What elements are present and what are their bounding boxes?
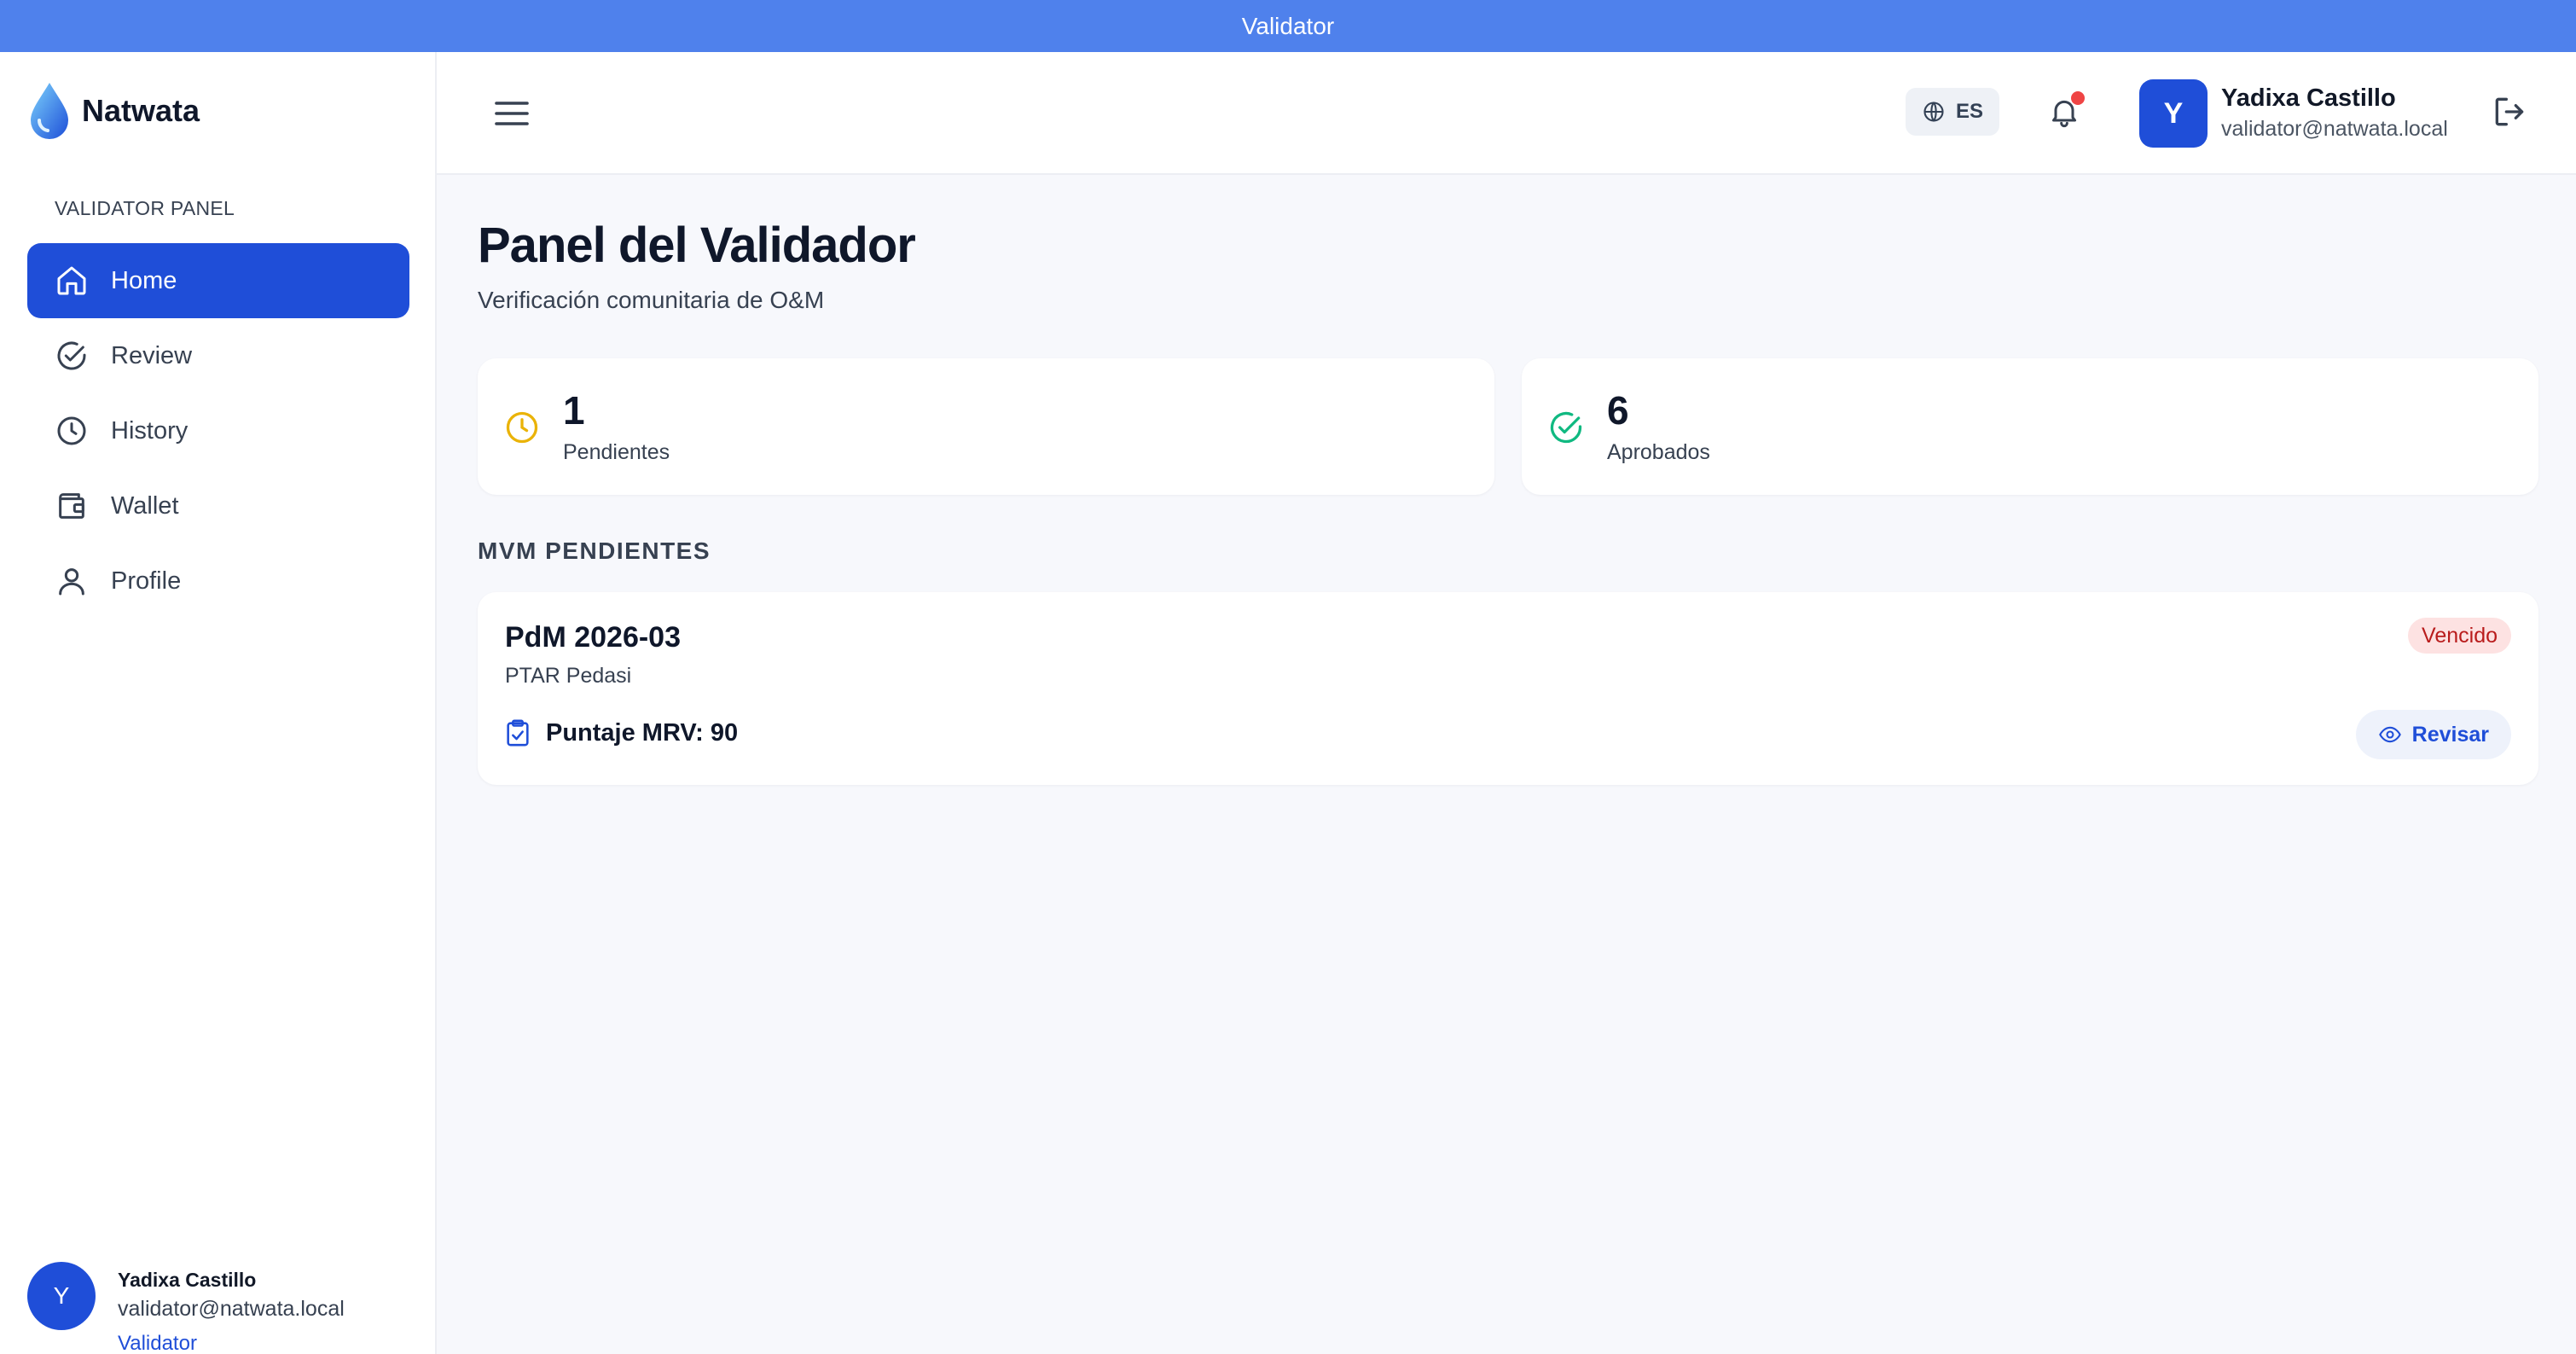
stat-card-approved: 6 Aprobados (1522, 358, 2538, 495)
water-drop-icon (31, 83, 68, 139)
sidebar: Natwata VALIDATOR PANEL Home Review Hist… (0, 52, 437, 1354)
review-button-label: Revisar (2411, 722, 2489, 747)
globe-icon (1923, 102, 1944, 122)
section-title: MVM PENDIENTES (478, 538, 711, 564)
page-subtitle: Verificación comunitaria de O&M (478, 287, 825, 313)
sidebar-nav: Home Review History Wallet Profile (27, 243, 409, 619)
sidebar-user-card: Y Yadixa Castillo validator@natwata.loca… (27, 1262, 345, 1354)
window-title: Validator (1241, 12, 1335, 39)
sidebar-item-profile[interactable]: Profile (27, 543, 409, 619)
mvm-card[interactable]: PdM 2026-03 PTAR Pedasi Vencido Puntaje … (478, 592, 2538, 785)
mvm-site: PTAR Pedasi (505, 664, 632, 688)
mvm-score-text: Puntaje MRV: 90 (546, 718, 739, 747)
stat-label: Pendientes (563, 440, 670, 464)
logout-icon[interactable] (2491, 93, 2528, 131)
avatar: Y (27, 1262, 96, 1330)
wallet-icon (59, 493, 84, 519)
header-user-email: validator@natwata.local (2221, 117, 2448, 141)
eye-icon (2378, 726, 2401, 743)
review-button[interactable]: Revisar (2355, 710, 2511, 759)
sidebar-item-label: Home (111, 266, 177, 294)
stat-value: 6 (1607, 388, 1629, 433)
mvm-title: PdM 2026-03 (505, 621, 681, 654)
header-avatar[interactable]: Y (2139, 79, 2208, 148)
notification-dot (2071, 91, 2085, 105)
sidebar-item-label: Review (111, 341, 193, 369)
sidebar-item-home[interactable]: Home (27, 243, 409, 318)
check-circle-icon (57, 341, 86, 370)
stat-value: 1 (563, 388, 585, 433)
mvm-score: Puntaje MRV: 90 (505, 718, 738, 747)
sidebar-user-email: validator@natwata.local (118, 1297, 345, 1321)
menu-icon[interactable] (491, 93, 532, 134)
language-button[interactable]: ES (1906, 88, 1999, 136)
language-label: ES (1955, 100, 1983, 123)
header-user-name: Yadixa Castillo (2221, 84, 2396, 112)
stat-card-pending: 1 Pendientes (478, 358, 1494, 495)
notifications-button[interactable] (2040, 91, 2088, 139)
sidebar-item-label: Wallet (111, 491, 179, 520)
user-icon (59, 568, 84, 596)
check-circle-icon (1550, 411, 1582, 444)
sidebar-user-name: Yadixa Castillo (118, 1269, 257, 1291)
brand-name: Natwata (82, 93, 200, 128)
sidebar-heading: VALIDATOR PANEL (55, 197, 235, 219)
sidebar-item-review[interactable]: Review (27, 318, 409, 393)
top-header: ES Y Yadixa Castillo validator@natwata.l… (437, 52, 2576, 175)
page-title: Panel del Validador (478, 218, 916, 273)
sidebar-item-label: History (111, 416, 189, 445)
brand-logo[interactable]: Natwata (27, 81, 200, 141)
stat-label: Aprobados (1607, 440, 1710, 464)
sidebar-user-role: Validator (118, 1332, 197, 1354)
sidebar-item-label: Profile (111, 567, 182, 595)
clipboard-check-icon (507, 719, 529, 747)
clock-icon (506, 411, 538, 444)
window-titlebar: Validator (0, 0, 2576, 52)
sidebar-item-wallet[interactable]: Wallet (27, 468, 409, 543)
clock-icon (57, 416, 86, 445)
status-badge: Vencido (2408, 618, 2511, 654)
home-icon (57, 266, 86, 295)
sidebar-item-history[interactable]: History (27, 393, 409, 468)
